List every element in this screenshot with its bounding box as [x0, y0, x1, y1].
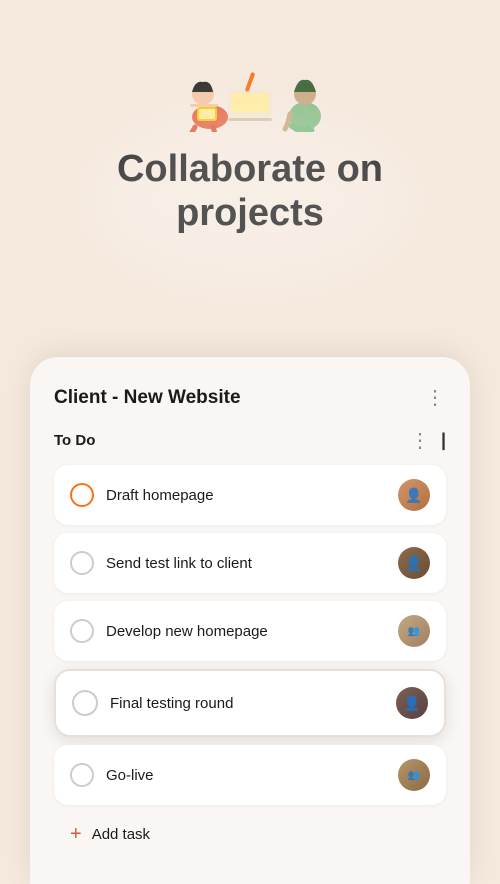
project-card: Client - New Website ⋮ To Do ⋮ | Draft h… — [30, 357, 470, 884]
task-item[interactable]: Draft homepage 👤 — [54, 465, 446, 525]
project-title: Client - New Website — [54, 387, 241, 409]
task-checkbox[interactable] — [70, 551, 94, 575]
section-menu-icon[interactable]: ⋮ — [410, 428, 431, 453]
avatar: 👤 — [396, 687, 428, 719]
add-task-label: Add task — [92, 826, 150, 843]
task-checkbox[interactable] — [70, 619, 94, 643]
section-title: To Do — [54, 432, 95, 449]
task-item[interactable]: Develop new homepage 👥 — [54, 601, 446, 661]
task-item[interactable]: Go-live 👥 — [54, 745, 446, 805]
project-menu-icon[interactable]: ⋮ — [425, 385, 446, 410]
task-label: Go-live — [106, 767, 154, 784]
task-label: Send test link to client — [106, 555, 252, 572]
task-list: Draft homepage 👤 Send test link to clien… — [54, 465, 446, 805]
avatar: 👥 — [398, 615, 430, 647]
task-checkbox[interactable] — [70, 763, 94, 787]
task-label: Develop new homepage — [106, 623, 268, 640]
section-expand-icon[interactable]: | — [441, 430, 446, 451]
task-checkbox[interactable] — [72, 690, 98, 716]
section-actions: ⋮ | — [410, 428, 446, 453]
avatar: 👤 — [398, 547, 430, 579]
task-item[interactable]: Send test link to client 👤 — [54, 533, 446, 593]
add-task-button[interactable]: + Add task — [54, 809, 446, 860]
avatar: 👥 — [398, 759, 430, 791]
plus-icon: + — [70, 823, 82, 846]
task-label: Draft homepage — [106, 487, 214, 504]
task-item-active[interactable]: Final testing round 👤 — [54, 669, 446, 737]
task-checkbox[interactable] — [70, 483, 94, 507]
avatar: 👤 — [398, 479, 430, 511]
task-label: Final testing round — [110, 695, 233, 712]
